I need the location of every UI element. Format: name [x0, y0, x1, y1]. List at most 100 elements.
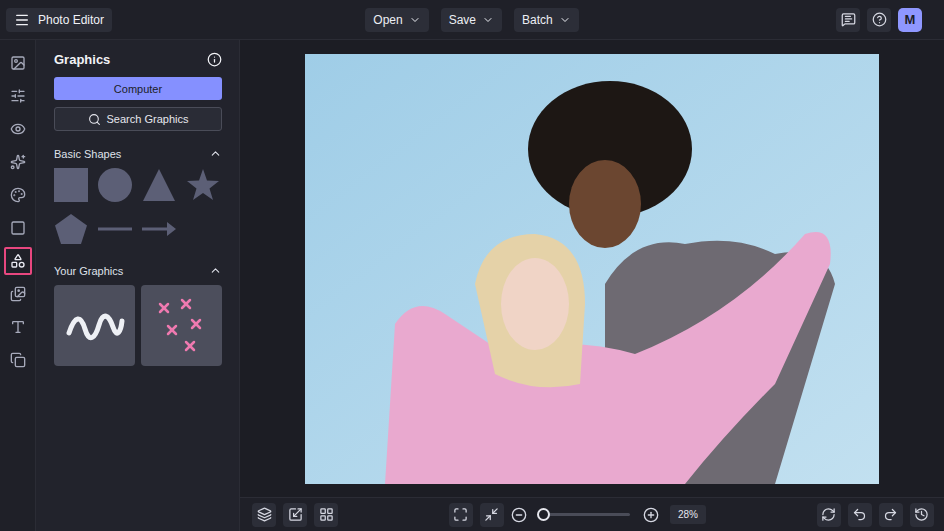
- line-icon: [98, 212, 132, 246]
- tool-rail: [0, 40, 36, 531]
- overlay-icon: [10, 352, 26, 368]
- shape-grid: [54, 168, 222, 246]
- zoom-tools: 28%: [449, 503, 706, 527]
- rail-item[interactable]: [4, 280, 32, 308]
- frame-icon: [10, 220, 26, 236]
- grid-icon: [319, 507, 334, 522]
- shrink-icon: [484, 507, 499, 522]
- rail-item[interactable]: [4, 247, 32, 275]
- rail-item[interactable]: [4, 346, 32, 374]
- rail-item[interactable]: [4, 313, 32, 341]
- rail-item[interactable]: [4, 115, 32, 143]
- canvas-area: 28%: [240, 40, 944, 531]
- refresh-icon: [821, 507, 836, 522]
- sparkles-icon: [152, 296, 212, 356]
- menu-button[interactable]: Open: [365, 8, 428, 32]
- zoom-thumb[interactable]: [537, 508, 550, 521]
- chevron-up-icon: [209, 147, 222, 160]
- adjust-icon: [10, 88, 26, 104]
- left-tools: [252, 503, 338, 527]
- app-title-button[interactable]: Photo Editor: [6, 8, 112, 32]
- arrow-icon: [142, 212, 176, 246]
- zoom-out-icon[interactable]: [511, 507, 527, 523]
- rail-item[interactable]: [4, 181, 32, 209]
- menu-button[interactable]: Save: [441, 8, 502, 32]
- graphic-card[interactable]: [54, 285, 135, 366]
- shape-item[interactable]: [54, 168, 88, 202]
- photo-picture-icon: [305, 54, 879, 484]
- help-icon: [872, 12, 887, 27]
- undo-icon: [852, 507, 867, 522]
- info-icon[interactable]: [207, 52, 222, 67]
- panel-title: Graphics: [54, 52, 110, 67]
- history-tools: [817, 503, 934, 527]
- photo-editor: Photo Editor Open Save Batch M Graphics Comput…: [0, 0, 944, 531]
- rail-item[interactable]: [4, 82, 32, 110]
- shape-item[interactable]: [98, 168, 132, 202]
- grid-button[interactable]: [314, 503, 338, 527]
- texture-icon: [10, 286, 26, 302]
- chevron-up-icon: [209, 264, 222, 277]
- layers-button[interactable]: [252, 503, 276, 527]
- reset-button[interactable]: [817, 503, 841, 527]
- history-button[interactable]: [910, 503, 934, 527]
- shape-item[interactable]: [186, 168, 220, 202]
- zoom-reading: 28%: [670, 505, 706, 524]
- shape-item[interactable]: [142, 168, 176, 202]
- rail-item[interactable]: [4, 49, 32, 77]
- menu-button[interactable]: Batch: [514, 8, 579, 32]
- section-header[interactable]: Your Graphics: [54, 264, 222, 277]
- graphics-icon: [10, 253, 26, 269]
- graphic-card[interactable]: [141, 285, 222, 366]
- search-graphics-button[interactable]: Search Graphics: [54, 107, 222, 131]
- image-icon: [10, 55, 26, 71]
- eye-icon: [10, 121, 26, 137]
- bottom-bar: 28%: [240, 497, 944, 531]
- fit-button[interactable]: [449, 503, 473, 527]
- resize-button[interactable]: [283, 503, 307, 527]
- zoom-slider[interactable]: [540, 513, 630, 516]
- chat-icon: [841, 12, 856, 27]
- photo[interactable]: [305, 54, 879, 484]
- panel-header: Graphics: [54, 52, 222, 67]
- workspace: Graphics Computer Search Graphics Basic Sha…: [0, 40, 944, 531]
- stage: [240, 40, 944, 497]
- history-icon: [914, 507, 929, 522]
- hamburger-icon: [14, 12, 30, 28]
- panel-section: Your Graphics: [54, 264, 222, 366]
- menu-row: Open Save Batch: [365, 8, 578, 32]
- fit-icon: [453, 507, 468, 522]
- search-icon: [88, 113, 101, 126]
- rail-item[interactable]: [4, 214, 32, 242]
- app-title: Photo Editor: [38, 13, 104, 27]
- undo-button[interactable]: [848, 503, 872, 527]
- effects-icon: [10, 154, 26, 170]
- zoom-in-icon[interactable]: [643, 507, 659, 523]
- triangle-icon: [142, 168, 176, 202]
- avatar[interactable]: M: [898, 8, 922, 32]
- layers-icon: [257, 507, 272, 522]
- graphics-panel: Graphics Computer Search Graphics Basic Sha…: [36, 40, 240, 531]
- computer-button[interactable]: Computer: [54, 77, 222, 100]
- shape-item[interactable]: [98, 212, 132, 246]
- panel-section: Basic Shapes: [54, 147, 222, 264]
- squiggle-icon: [65, 311, 125, 341]
- help-button[interactable]: [867, 8, 891, 32]
- rail-item[interactable]: [4, 148, 32, 176]
- top-bar: Photo Editor Open Save Batch M: [0, 0, 944, 40]
- redo-button[interactable]: [879, 503, 903, 527]
- chevron-down-icon: [559, 14, 571, 26]
- square-icon: [54, 168, 88, 202]
- text-icon: [10, 319, 26, 335]
- shape-item[interactable]: [142, 212, 176, 246]
- palette-icon: [10, 187, 26, 203]
- actual-size-button[interactable]: [480, 503, 504, 527]
- resize-icon: [288, 507, 303, 522]
- section-header[interactable]: Basic Shapes: [54, 147, 222, 160]
- feedback-button[interactable]: [836, 8, 860, 32]
- chevron-down-icon: [482, 14, 494, 26]
- graphics-grid: [54, 285, 222, 366]
- star-icon: [186, 168, 220, 202]
- shape-item[interactable]: [54, 212, 88, 246]
- pentagon-icon: [54, 212, 88, 246]
